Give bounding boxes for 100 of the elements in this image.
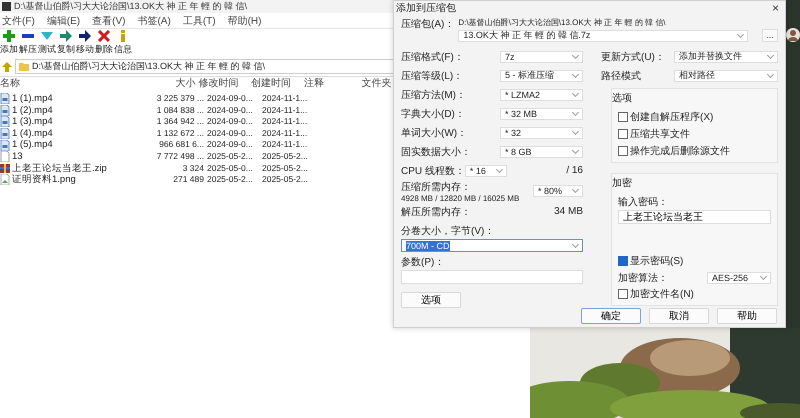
window-title: D:\基督山伯爵\习大大论治国\13.OK大 神 正 年 輕 的 韓 信\ <box>14 0 248 13</box>
menu-item[interactable]: 文件(F) <box>2 14 35 27</box>
dialog-button[interactable]: 确定 <box>581 308 641 324</box>
toolbar-button[interactable]: 删除 <box>95 30 113 56</box>
toolbar-button[interactable]: 移动 <box>76 30 94 56</box>
video-file-icon <box>0 93 10 104</box>
field-label: 固实数据大小： <box>401 146 471 158</box>
table-cell: 证明资料1.png <box>0 174 146 186</box>
table-cell-text: 2024-09-0... <box>207 139 254 151</box>
table-cell-text: 2024-11-1... <box>262 128 308 140</box>
group-title: 加密 <box>612 176 633 190</box>
dropdown[interactable]: 5 - 标准压缩 <box>500 70 583 82</box>
close-button[interactable]: × <box>766 1 785 15</box>
password-field[interactable]: 上老王论坛当老王 <box>618 210 771 224</box>
field-label: CPU 线程数： <box>401 164 465 178</box>
memory-usage: 4928 MB / 12820 MB / 16025 MB <box>401 194 520 202</box>
avatar-icon[interactable] <box>786 28 800 42</box>
column-header[interactable]: 注释 <box>304 77 362 91</box>
group-title: 选项 <box>612 92 633 105</box>
archive-name-combo[interactable]: 13.OK大 神 正 年 輕 的 韓 信.7z <box>458 30 748 42</box>
field-label: 输入密码： <box>618 196 669 209</box>
folder-icon <box>19 62 29 70</box>
checkbox[interactable]: 压缩共享文件 <box>618 127 771 141</box>
column-header[interactable]: 修改时间 <box>198 77 248 91</box>
field-label: 单词大小(W)： <box>401 126 468 140</box>
parameters-field[interactable] <box>401 270 583 284</box>
checkbox[interactable]: 操作完成后删除源文件 <box>618 144 771 158</box>
table-cell-text: 271 489 <box>172 174 204 186</box>
table-cell-text: 2025-05-2... <box>207 174 254 186</box>
column-header[interactable]: 大小 <box>140 77 196 91</box>
table-cell-text: 2025-05-2... <box>262 150 309 163</box>
dropdown[interactable]: 添加并替换文件 <box>674 50 778 62</box>
video-file-icon <box>0 128 10 140</box>
menu-item[interactable]: 工具(T) <box>182 14 216 27</box>
menu-item[interactable]: 查看(V) <box>92 14 126 27</box>
column-header[interactable]: 名称 <box>0 77 140 91</box>
toolbar-button[interactable]: 添加 <box>0 30 18 56</box>
dropdown[interactable]: * 32 MB <box>500 108 583 120</box>
split-size-combo[interactable]: 700M - CD <box>401 239 583 252</box>
up-arrow-icon[interactable] <box>2 62 12 72</box>
dropdown[interactable]: * 8 GB <box>500 146 583 158</box>
table-cell-text: 2024-09-0... <box>207 104 254 116</box>
dropdown[interactable]: AES-256 <box>707 272 771 284</box>
table-cell-text: 2024-09-0... <box>207 116 254 128</box>
options-button[interactable]: 选项 <box>401 292 461 308</box>
table-cell-text: 2025-05-0... <box>207 162 254 174</box>
toolbar-button[interactable]: 复制 <box>57 30 75 56</box>
field-label: 压缩所需内存： <box>401 180 472 194</box>
field-label: 路径模式 <box>601 70 641 82</box>
checkbox[interactable]: 显示密码(S) <box>618 254 771 268</box>
dialog-button[interactable]: 取消 <box>649 308 709 324</box>
table-cell-text: 2025-05-2... <box>207 150 254 163</box>
menu-item[interactable]: 帮助(H) <box>228 14 262 27</box>
table-cell-text: 2025-05-2... <box>262 174 309 186</box>
column-header[interactable]: 文件夹 <box>361 77 392 91</box>
cross-icon <box>98 30 110 42</box>
field-label: 解压所需内存： <box>401 206 471 218</box>
table-cell-text: 1 132 672 ... <box>156 128 204 140</box>
table-cell-text: 1 364 942 ... <box>156 116 204 128</box>
table-cell-text: 2024-11-1... <box>262 139 308 151</box>
dialog-title: 添加到压缩包 <box>396 2 456 15</box>
table-cell-text: 2025-05-2... <box>262 162 309 174</box>
table-cell: 13 <box>0 150 146 163</box>
field-label: 压缩方法(M)： <box>401 88 466 102</box>
memory-value: 34 MB <box>554 206 583 217</box>
field-label: 分卷大小，字节(V)： <box>401 224 496 238</box>
toolbar-button[interactable]: 信息 <box>114 30 132 56</box>
dropdown[interactable]: 7z <box>500 50 583 62</box>
table-cell: 1 (1).mp4 <box>0 93 146 105</box>
table-cell: 1 (3).mp4 <box>0 116 146 128</box>
dropdown[interactable]: * LZMA2 <box>500 88 583 100</box>
arrow-icon <box>60 30 72 42</box>
browse-button[interactable]: ... <box>762 29 778 42</box>
dropdown[interactable]: * 80% <box>533 185 583 197</box>
toolbar-button[interactable]: 测试 <box>38 30 56 56</box>
menu-item[interactable]: 编辑(E) <box>46 14 80 27</box>
video-file-icon <box>0 140 10 151</box>
dialog-button[interactable]: 帮助 <box>717 308 777 324</box>
table-cell-text: 7 772 498 ... <box>156 150 204 163</box>
field-label: 字典大小(D)： <box>401 108 465 120</box>
menu-item[interactable]: 书签(A) <box>137 14 171 27</box>
field-label: 参数(P)： <box>401 256 446 269</box>
table-cell-text: 3 225 379 ... <box>156 93 204 105</box>
video-file-icon <box>0 116 10 128</box>
dropdown[interactable]: * 16 <box>464 164 507 176</box>
table-cell-text: 2024-11-1... <box>262 116 308 128</box>
checkbox[interactable]: 加密文件名(N) <box>618 287 771 301</box>
triangle-icon <box>41 30 53 42</box>
checkbox[interactable]: 创建自解压程序(X) <box>618 110 771 124</box>
archive-path: D:\基督山伯爵\习大大论治国\13.OK大 神 正 年 輕 的 韓 信\ <box>458 17 666 28</box>
video-file-icon <box>0 104 10 116</box>
plus-icon <box>3 30 15 42</box>
app-icon <box>2 2 11 11</box>
column-header[interactable]: 创建时间 <box>251 77 301 91</box>
dropdown[interactable]: 相对路径 <box>674 70 778 82</box>
field-label: 压缩包(A)： <box>401 18 454 32</box>
toolbar-button[interactable]: 解压 <box>19 30 37 56</box>
table-cell: 1 (4).mp4 <box>0 128 146 140</box>
table-cell-text: 2024-11-1... <box>262 93 308 105</box>
dropdown[interactable]: * 32 <box>500 126 583 138</box>
